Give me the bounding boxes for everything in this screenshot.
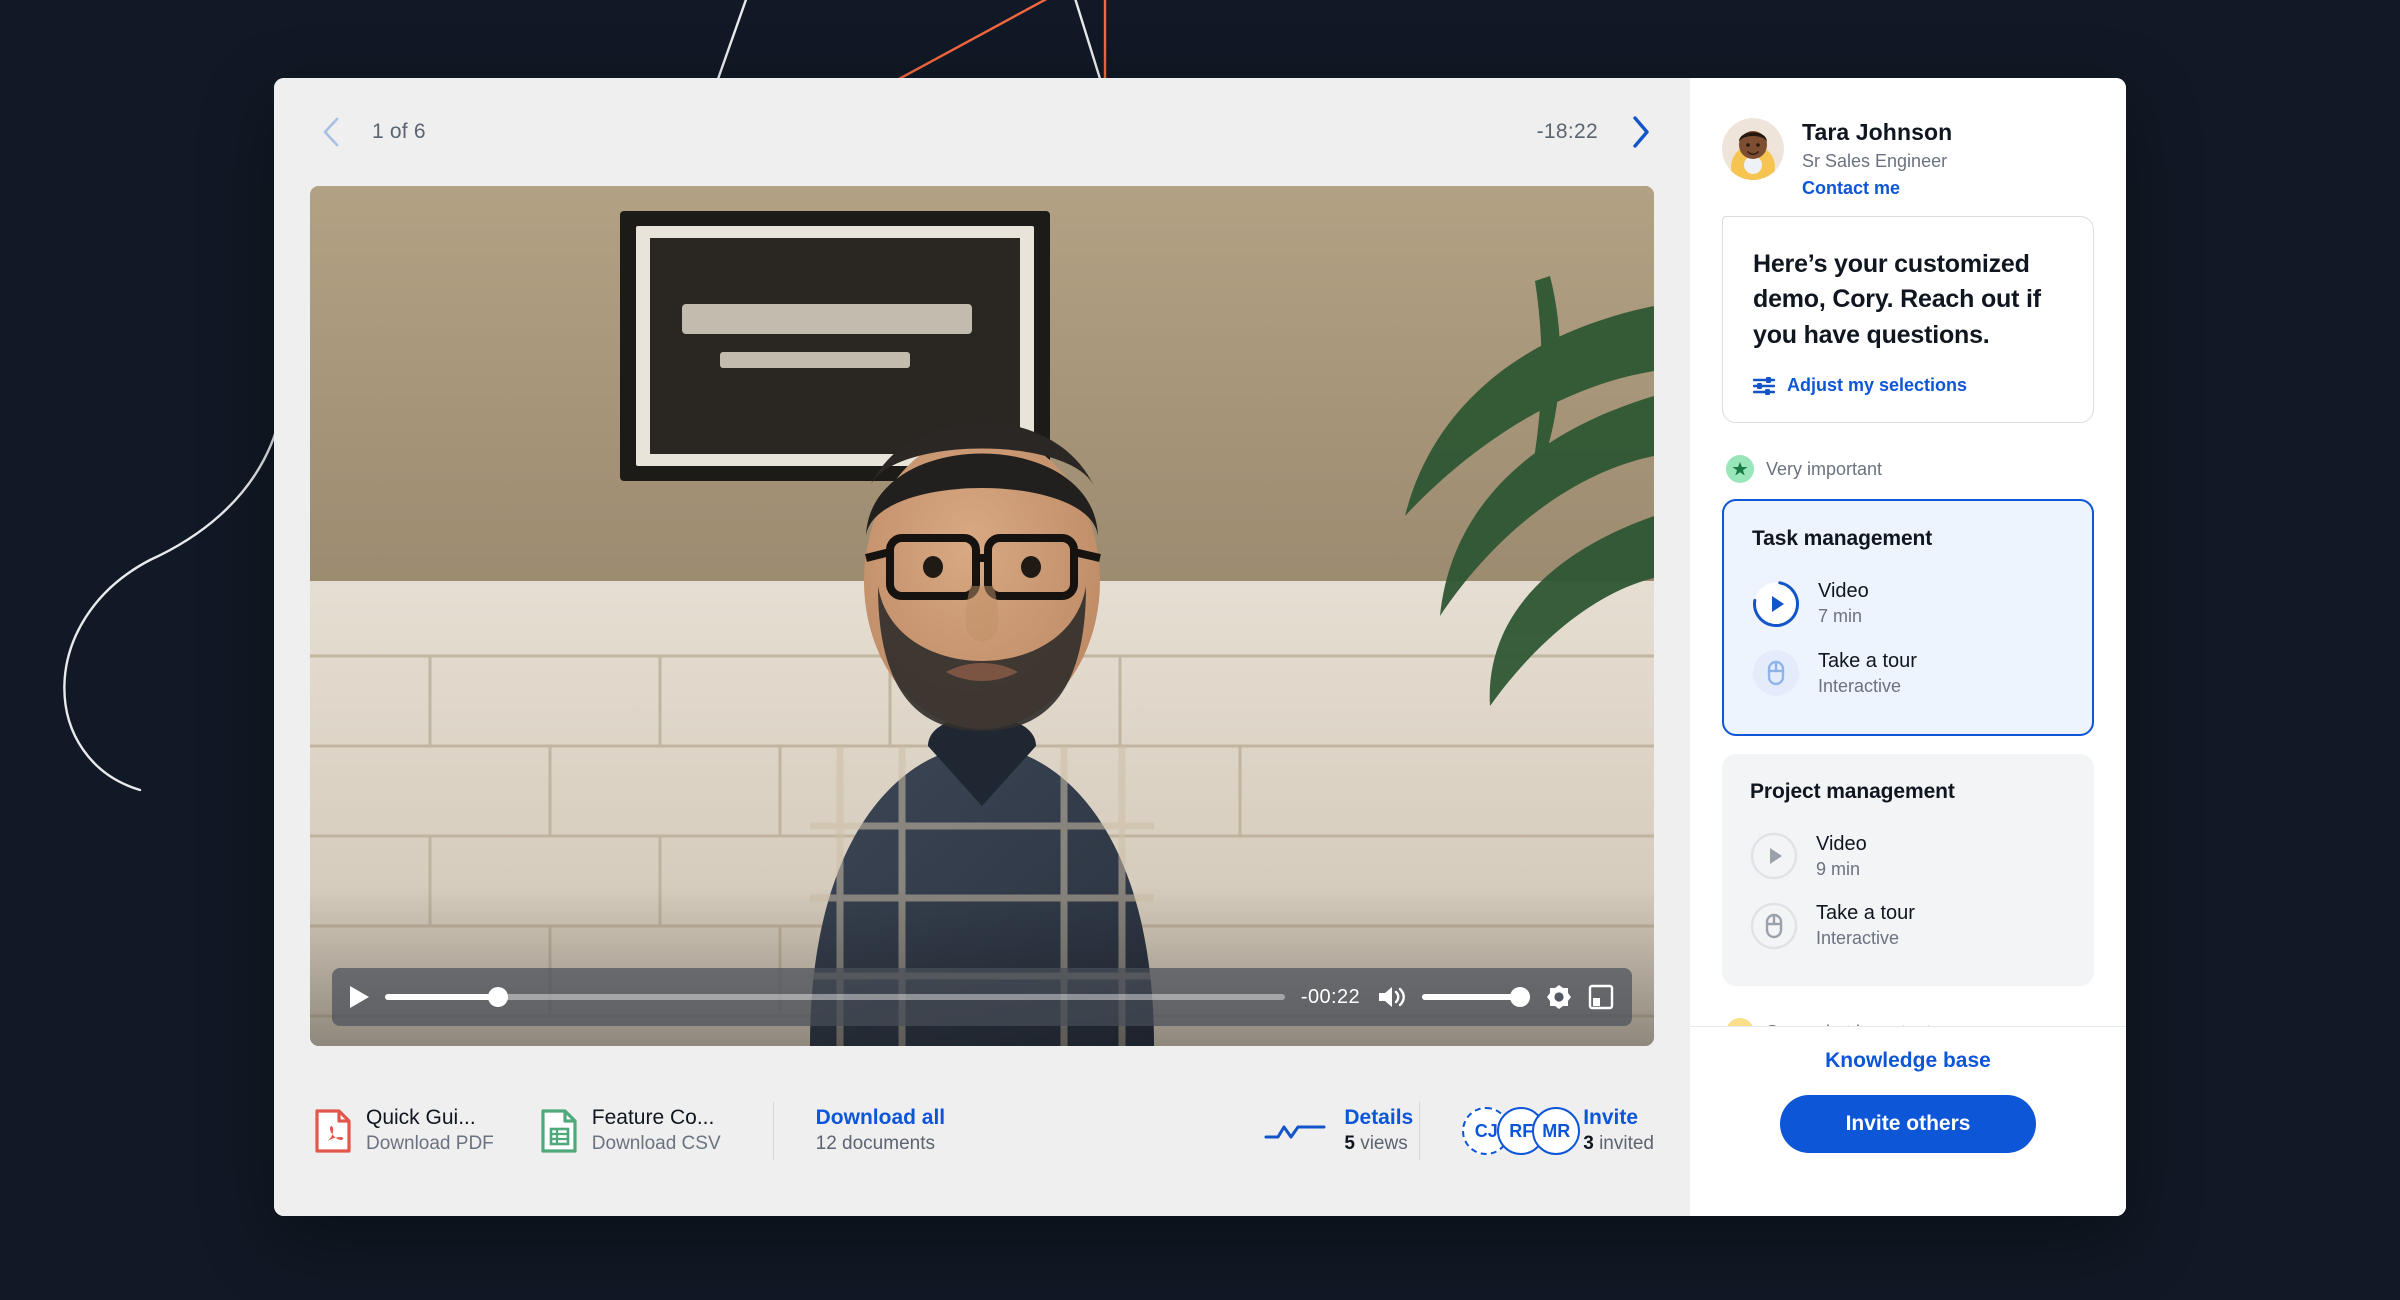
divider [1419,1102,1420,1160]
download-all-label: Download all [816,1105,946,1131]
card-item-tour[interactable]: Take a tour Interactive [1752,639,2066,708]
document-text: Feature Co... Download CSV [592,1105,721,1157]
progress-fill [385,994,498,1000]
card-item-title: Video [1818,578,1869,604]
download-all-count: 12 documents [816,1131,946,1158]
card-item-sub: 9 min [1816,857,1867,882]
video-player[interactable]: -00:22 [310,186,1654,1046]
star-icon [1726,455,1754,483]
volume-icon[interactable] [1376,984,1406,1010]
card-title: Project management [1750,780,2068,804]
chevron-left-icon[interactable] [310,111,352,153]
chevron-right-icon[interactable] [1620,111,1662,153]
documents-footer: Quick Gui... Download PDF Feature Co... … [274,1046,1690,1216]
card-item-text: Video 7 min [1818,578,1869,629]
details-count-suffix: views [1355,1133,1408,1154]
document-action: Download CSV [592,1131,721,1157]
presenter-name: Tara Johnson [1802,118,1952,148]
card-item-sub: 7 min [1818,604,1869,629]
tune-sliders-icon [1753,376,1775,396]
avatar[interactable]: MR [1532,1107,1580,1155]
contact-me-link[interactable]: Contact me [1802,175,1952,202]
card-item-title: Take a tour [1818,648,1917,674]
card-item-title: Take a tour [1816,900,1915,926]
card-title: Task management [1752,527,2066,551]
mouse-icon [1750,902,1798,950]
person-avatar [1722,118,1784,180]
details-count: 5 [1344,1133,1355,1154]
section-label: Very important [1766,459,1882,480]
presenter-info: Tara Johnson Sr Sales Engineer Contact m… [1802,118,1952,202]
card-item-text: Take a tour Interactive [1816,900,1915,951]
document-text: Quick Gui... Download PDF [366,1105,494,1157]
content-card-task-management[interactable]: Task management Video 7 min [1722,499,2094,735]
document-action: Download PDF [366,1131,494,1157]
card-item-text: Take a tour Interactive [1818,648,1917,699]
invite-button[interactable]: Invite 3 invited [1583,1105,1654,1158]
message-text: Here’s your customized demo, Cory. Reach… [1753,247,2065,354]
card-item-title: Video [1816,831,1867,857]
gear-icon[interactable] [1546,984,1572,1010]
invite-others-button[interactable]: Invite others [1780,1095,2036,1153]
adjust-selections-button[interactable]: Adjust my selections [1753,375,2065,396]
volume-slider[interactable] [1422,987,1530,1007]
divider [773,1102,774,1160]
card-item-sub: Interactive [1816,926,1915,951]
presenter-card: Tara Johnson Sr Sales Engineer Contact m… [1722,118,2094,202]
fullscreen-icon[interactable] [1588,984,1614,1010]
invite-count: 3 [1583,1133,1594,1154]
app-window: 1 of 6 -18:22 [274,78,2126,1216]
top-navigation-bar: 1 of 6 -18:22 [274,78,1690,186]
card-item-sub: Interactive [1818,674,1917,699]
mouse-icon [1752,649,1800,697]
document-item-pdf[interactable]: Quick Gui... Download PDF [314,1105,494,1157]
invite-label: Invite [1583,1105,1654,1131]
video-thumbnail [310,186,1654,1046]
download-all-button[interactable]: Download all 12 documents [816,1105,946,1158]
video-progress-slider[interactable] [385,986,1285,1008]
document-name: Quick Gui... [366,1105,494,1131]
progress-handle[interactable] [488,987,508,1007]
invite-count-row: 3 invited [1583,1131,1654,1158]
sidebar-footer: Knowledge base Invite others [1690,1026,2126,1216]
details-button[interactable]: Details 5 views [1344,1105,1413,1158]
slide-counter: 1 of 6 [372,120,426,144]
invited-avatars[interactable]: CJ RF MR [1462,1107,1567,1155]
document-item-csv[interactable]: Feature Co... Download CSV [540,1105,721,1157]
presenter-role: Sr Sales Engineer [1802,148,1952,175]
card-item-tour[interactable]: Take a tour Interactive [1750,891,2068,960]
card-item-text: Video 9 min [1816,831,1867,882]
invite-count-suffix: invited [1594,1133,1654,1154]
document-name: Feature Co... [592,1105,721,1131]
volume-handle[interactable] [1510,987,1530,1007]
card-item-video[interactable]: Video 7 min [1752,569,2066,638]
content-card-project-management[interactable]: Project management Video 9 min [1722,754,2094,986]
adjust-selections-label: Adjust my selections [1787,375,1967,396]
pdf-file-icon [314,1109,352,1153]
message-bubble: Here’s your customized demo, Cory. Reach… [1722,216,2094,424]
video-controls-bar: -00:22 [332,968,1632,1026]
play-icon[interactable] [350,986,369,1008]
details-label: Details [1344,1105,1413,1131]
play-icon [1752,580,1800,628]
csv-file-icon [540,1109,578,1153]
play-icon [1750,832,1798,880]
sparkline-icon [1264,1117,1326,1145]
card-item-video[interactable]: Video 9 min [1750,822,2068,891]
section-header-very-important: Very important [1726,455,2094,483]
main-pane: 1 of 6 -18:22 [274,78,1690,1216]
knowledge-base-link[interactable]: Knowledge base [1825,1049,1991,1073]
details-views: 5 views [1344,1131,1413,1158]
current-time-label: -00:22 [1301,986,1360,1009]
time-remaining-label: -18:22 [1537,120,1598,144]
progress-track [385,994,1285,1000]
sidebar: Tara Johnson Sr Sales Engineer Contact m… [1690,78,2126,1216]
